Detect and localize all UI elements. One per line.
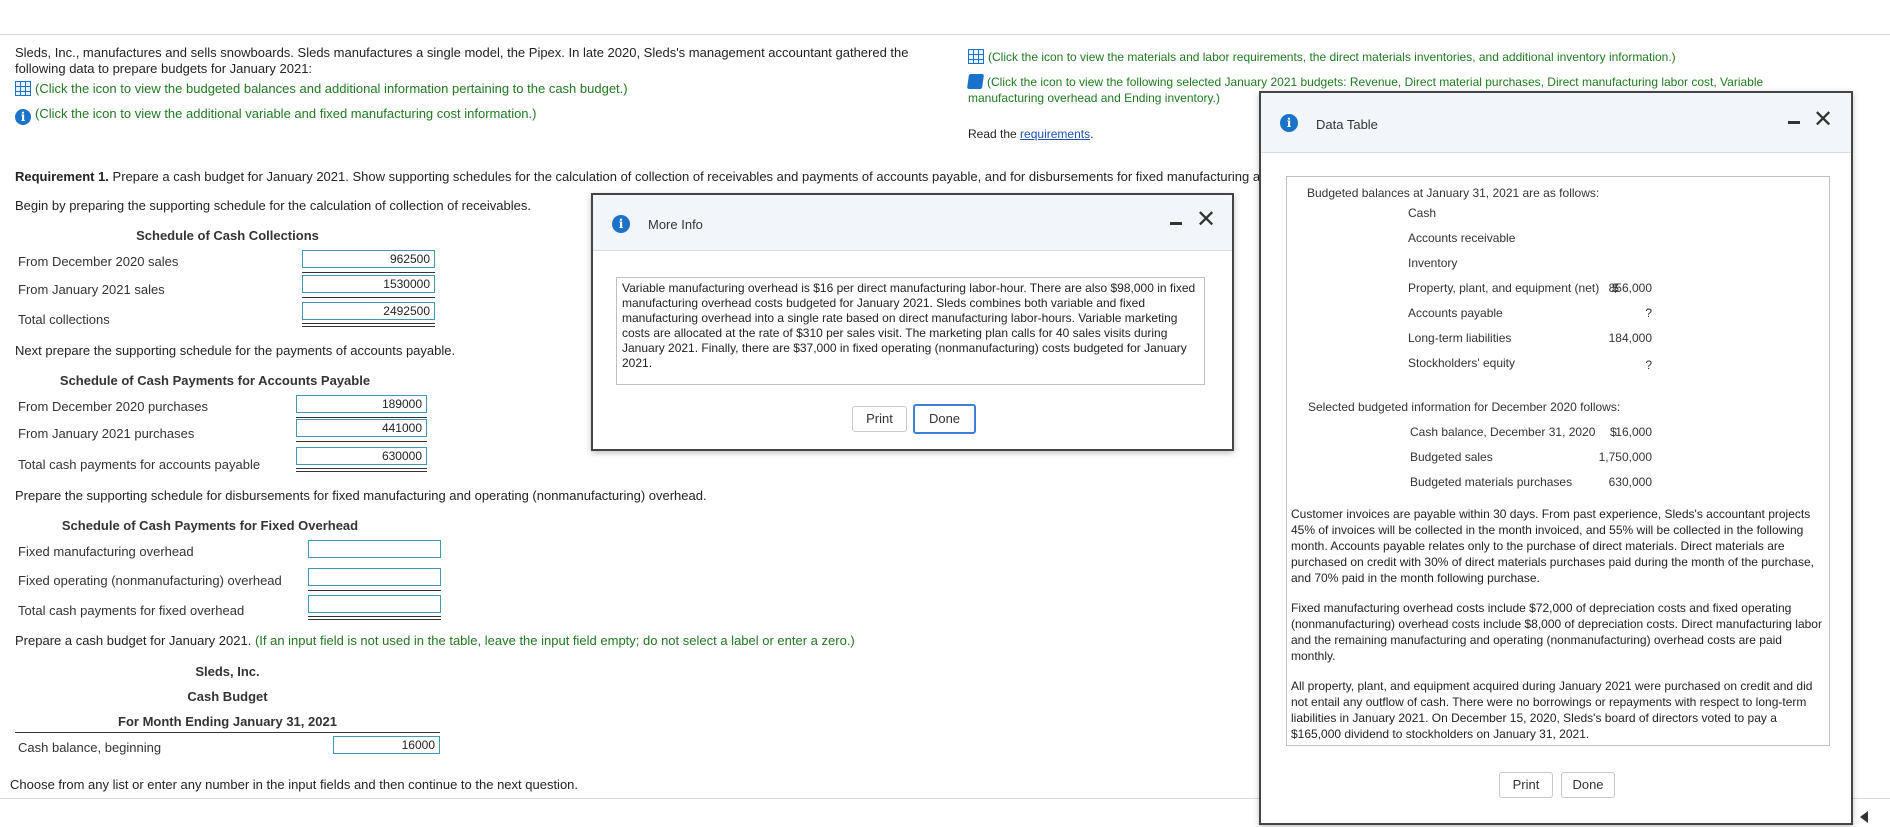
table-icon[interactable] — [968, 49, 984, 64]
requirements-link[interactable]: requirements — [1020, 127, 1090, 141]
step-cash-budget: Prepare a cash budget for January 2021. … — [15, 633, 855, 648]
cash-budget-period: For Month Ending January 31, 2021 — [118, 714, 337, 729]
collections-policy-text: Customer invoices are payable within 30 … — [1291, 507, 1814, 585]
payables-row-label: From January 2021 purchases — [18, 426, 195, 441]
underline — [296, 417, 427, 418]
payables-jan-input[interactable] — [296, 419, 427, 437]
done-button[interactable]: Done — [1561, 772, 1615, 798]
fixed-title: Schedule of Cash Payments for Fixed Over… — [61, 518, 359, 533]
print-button[interactable]: Print — [1499, 772, 1553, 798]
payables-row-label: From December 2020 purchases — [18, 399, 209, 414]
collections-dec-input[interactable] — [302, 250, 435, 268]
december-label: Budgeted materials purchases — [1410, 475, 1573, 489]
overhead-policy-text: Fixed manufacturing overhead costs inclu… — [1291, 601, 1822, 663]
collections-row-label: From January 2021 sales — [18, 282, 165, 297]
december-value: 1,750,000 — [1598, 450, 1652, 464]
footer-instruction: Choose from any list or enter any number… — [10, 777, 579, 792]
collections-row-label: Total collections — [18, 312, 110, 327]
ppe-policy-text: All property, plant, and equipment acqui… — [1291, 679, 1813, 741]
close-icon[interactable]: ✕ — [1196, 207, 1216, 231]
info-icon: i — [1280, 114, 1298, 132]
december-label: Budgeted sales — [1410, 450, 1493, 464]
minimize-icon[interactable] — [1788, 121, 1800, 124]
scroll-left-arrow-icon[interactable] — [1860, 811, 1868, 823]
document-icon[interactable] — [966, 74, 985, 89]
balance-value: ? — [1652, 258, 1890, 272]
balance-value: 856,000 — [1608, 281, 1652, 295]
done-button[interactable]: Done — [913, 404, 976, 434]
step-collections: Begin by preparing the supporting schedu… — [15, 198, 531, 213]
table-icon[interactable] — [15, 81, 31, 96]
collections-total-input[interactable] — [302, 302, 435, 320]
balance-label: Cash — [1408, 206, 1437, 220]
double-underline — [296, 468, 427, 472]
fixed-total-input[interactable] — [308, 595, 441, 613]
collections-jan-input[interactable] — [302, 275, 435, 293]
modal-header: i More Info ✕ — [593, 195, 1232, 251]
balances-heading: Budgeted balances at January 31, 2021 ar… — [1307, 186, 1600, 200]
balance-label: Accounts receivable — [1408, 231, 1516, 245]
balance-label: Property, plant, and equipment (net) — [1408, 281, 1600, 295]
fixed-operating-input[interactable] — [308, 568, 441, 586]
modal-header: i Data Table ✕ — [1261, 93, 1851, 153]
step-fixed: Prepare the supporting schedule for disb… — [15, 488, 707, 503]
balance-value: ? — [1652, 233, 1890, 247]
cash-balance-input[interactable] — [333, 736, 440, 754]
double-underline — [308, 616, 441, 620]
december-label: Cash balance, December 31, 2020 — [1410, 425, 1596, 439]
december-value: 16,000 — [1615, 425, 1652, 439]
cash-info-link[interactable]: (Click the icon to view the budgeted bal… — [15, 81, 628, 97]
header-rule — [15, 732, 440, 733]
payables-total-input[interactable] — [296, 447, 427, 465]
more-info-modal: i More Info ✕ Variable manufacturing ove… — [591, 193, 1234, 451]
data-table-modal: i Data Table ✕ Budgeted balances at Janu… — [1259, 91, 1853, 825]
top-divider — [0, 34, 1890, 35]
balance-value: ? — [1652, 208, 1890, 222]
underline — [296, 441, 427, 442]
collections-row-label: From December 2020 sales — [18, 254, 179, 269]
balance-label: Long-term liabilities — [1408, 331, 1512, 345]
cash-balance-label: Cash balance, beginning — [18, 740, 162, 755]
december-heading: Selected budgeted information for Decemb… — [1308, 400, 1621, 414]
double-underline — [302, 323, 435, 327]
underline — [308, 590, 441, 591]
step-payables: Next prepare the supporting schedule for… — [15, 343, 456, 358]
more-info-text: Variable manufacturing overhead is $16 p… — [616, 277, 1205, 385]
cash-budget-title: Cash Budget — [187, 689, 268, 704]
read-requirements: Read the requirements. — [968, 127, 1094, 141]
december-value: 630,000 — [1608, 475, 1652, 489]
underline — [302, 297, 435, 298]
data-table-content: Budgeted balances at January 31, 2021 ar… — [1286, 176, 1830, 746]
balance-label: Stockholders' equity — [1408, 356, 1516, 370]
balance-value: ? — [1645, 358, 1652, 372]
balance-value: ? — [1645, 306, 1652, 320]
underline — [302, 272, 435, 273]
info-icon: i — [612, 215, 630, 233]
payables-row-label: Total cash payments for accounts payable — [18, 457, 261, 472]
balance-label: Inventory — [1408, 256, 1458, 270]
payables-title: Schedule of Cash Payments for Accounts P… — [59, 373, 371, 388]
fixed-row-label: Total cash payments for fixed overhead — [18, 603, 245, 618]
overhead-info-link[interactable]: i (Click the icon to view the additional … — [15, 106, 536, 125]
close-icon[interactable]: ✕ — [1813, 107, 1833, 131]
fixed-row-label: Fixed manufacturing overhead — [18, 544, 194, 559]
balance-label: Accounts payable — [1408, 306, 1503, 320]
fixed-row-label: Fixed operating (nonmanufacturing) overh… — [18, 573, 282, 588]
cash-budget-company: Sleds, Inc. — [195, 664, 260, 679]
materials-info-link[interactable]: (Click the icon to view the materials an… — [968, 49, 1868, 65]
requirement-text: Requirement 1. Prepare a cash budget for… — [15, 169, 1260, 184]
modal-title: Data Table — [1316, 117, 1378, 132]
fixed-mfg-input[interactable] — [308, 540, 441, 558]
collections-title: Schedule of Cash Collections — [136, 228, 319, 243]
minimize-icon[interactable] — [1170, 222, 1182, 225]
payables-dec-input[interactable] — [296, 395, 427, 413]
balance-value: 184,000 — [1608, 331, 1652, 345]
modal-title: More Info — [648, 217, 703, 232]
print-button[interactable]: Print — [852, 406, 907, 432]
info-icon[interactable]: i — [15, 109, 31, 125]
problem-intro: Sleds, Inc., manufactures and sells snow… — [15, 45, 909, 76]
